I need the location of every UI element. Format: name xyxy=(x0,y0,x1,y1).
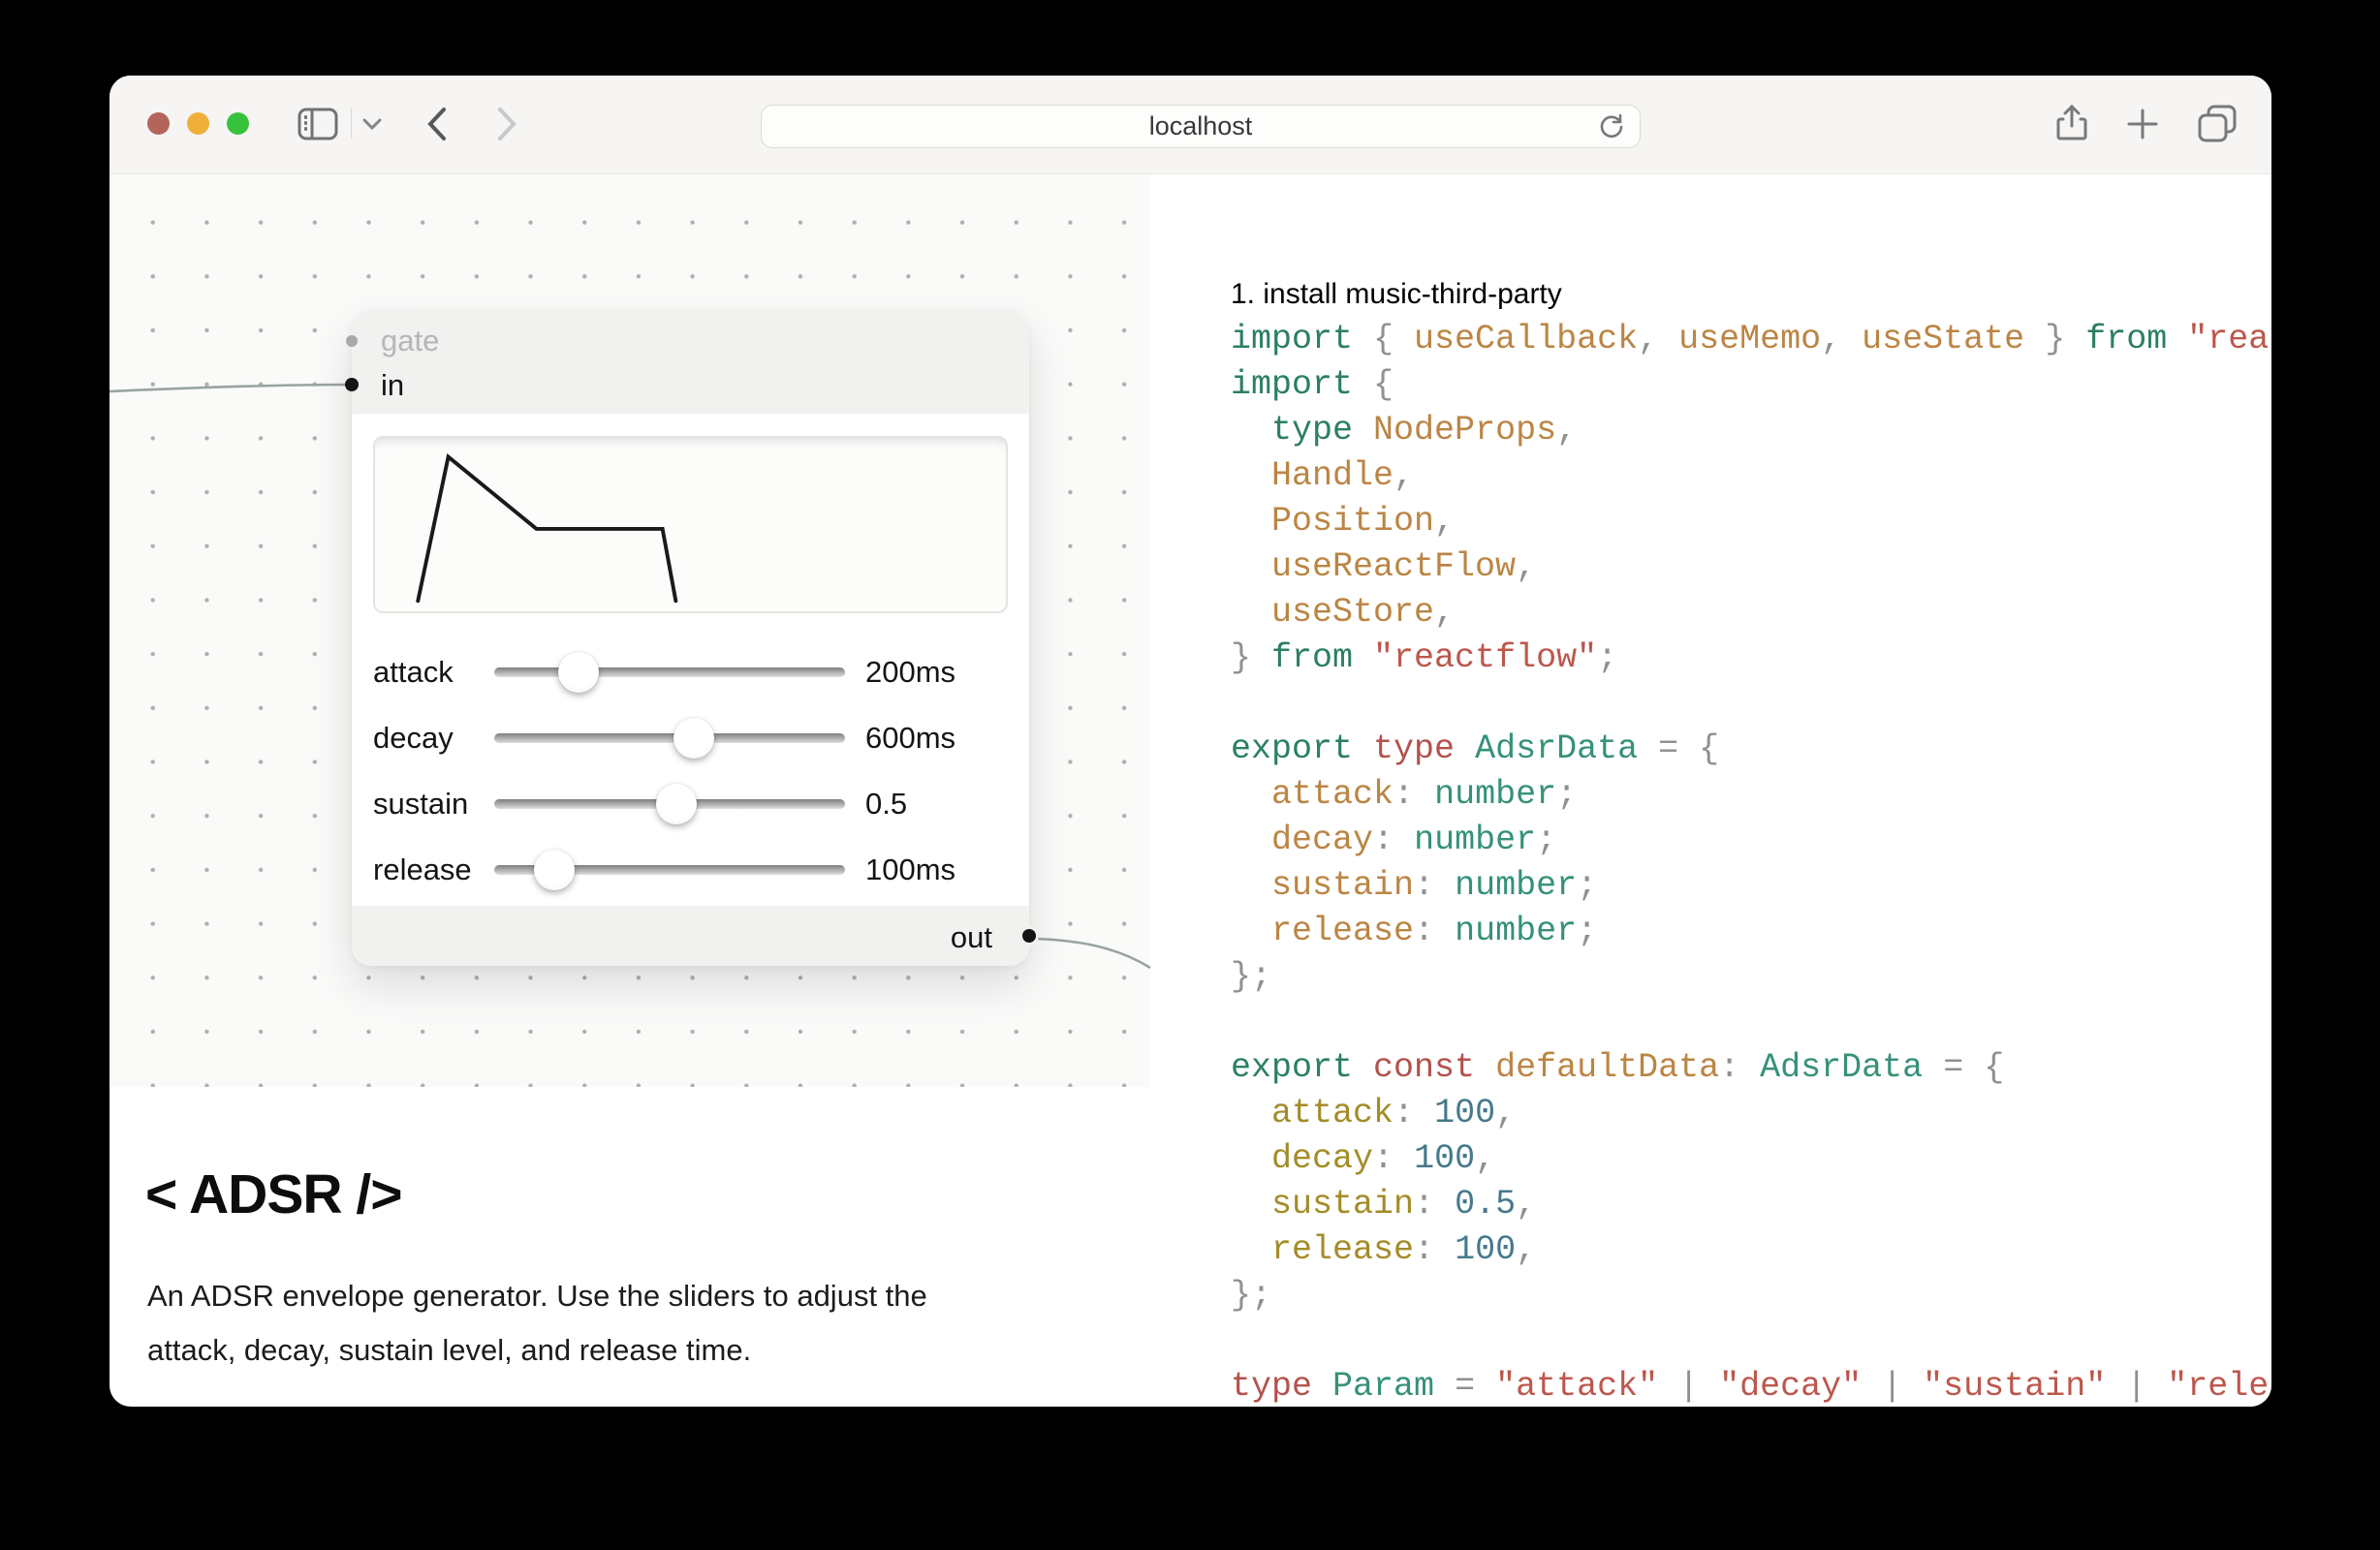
minimize-window-button[interactable] xyxy=(187,112,209,135)
toolbar-divider xyxy=(351,108,352,139)
slider-label-sustain: sustain xyxy=(373,785,468,823)
code-line: export const defaultData: AdsrData = { xyxy=(1231,1045,2271,1091)
code-line: sustain: number; xyxy=(1231,863,2271,909)
adsr-node-header: gate in xyxy=(352,310,1029,414)
description-line-2: attack, decay, sustain level, and releas… xyxy=(147,1323,1078,1378)
slider-label-release: release xyxy=(373,851,472,889)
code-line: }; xyxy=(1231,1273,2271,1318)
gate-port-handle[interactable] xyxy=(346,335,358,347)
slider-track-attack[interactable] xyxy=(494,667,845,677)
browser-window: localhost xyxy=(110,76,2271,1407)
code-line: }; xyxy=(1231,954,2271,1000)
slider-value-release: 100ms xyxy=(865,851,955,889)
code-line: import { xyxy=(1231,362,2271,408)
code-line: attack: number; xyxy=(1231,772,2271,818)
slider-row-sustain: sustain 0.5 xyxy=(373,785,1008,823)
slider-track-decay[interactable] xyxy=(494,733,845,743)
share-icon[interactable] xyxy=(2055,105,2088,148)
code-line: type NodeProps, xyxy=(1231,408,2271,453)
code-line: export type AdsrData = { xyxy=(1231,727,2271,772)
code-line: Handle, xyxy=(1231,453,2271,499)
in-port-handle[interactable] xyxy=(345,378,359,391)
envelope-graph xyxy=(373,436,1008,613)
chevron-down-icon[interactable] xyxy=(360,116,384,137)
url-text[interactable]: localhost xyxy=(762,106,1640,147)
description-line-1: An ADSR envelope generator. Use the slid… xyxy=(147,1269,1078,1323)
code-line: sustain: 0.5, xyxy=(1231,1182,2271,1227)
adsr-node-footer: out xyxy=(352,906,1029,966)
slider-track-release[interactable] xyxy=(494,865,845,875)
code-line: import { useCallback, useMemo, useState … xyxy=(1231,317,2271,362)
close-window-button[interactable] xyxy=(147,112,170,135)
slider-label-decay: decay xyxy=(373,719,454,758)
slider-value-attack: 200ms xyxy=(865,653,955,692)
url-bar[interactable]: localhost xyxy=(761,105,1641,148)
slider-track-sustain[interactable] xyxy=(494,799,845,809)
tab-overview-icon[interactable] xyxy=(2197,105,2238,148)
new-tab-icon[interactable] xyxy=(2125,107,2160,146)
slider-thumb-attack[interactable] xyxy=(558,652,599,693)
in-port-label: in xyxy=(381,368,404,403)
browser-toolbar: localhost xyxy=(110,76,2271,174)
code-line xyxy=(1231,1318,2271,1364)
code-lines: import { useCallback, useMemo, useState … xyxy=(1231,317,2271,1407)
sidebar-toggle-icon[interactable] xyxy=(298,107,338,146)
slider-label-attack: attack xyxy=(373,653,454,692)
code-line xyxy=(1231,681,2271,727)
slider-thumb-sustain[interactable] xyxy=(656,784,697,824)
code-pane[interactable]: 1. install music-third-party import { us… xyxy=(1231,174,2271,1407)
slider-row-release: release 100ms xyxy=(373,851,1008,889)
code-line: release: number; xyxy=(1231,909,2271,954)
code-line: type Param = "attack" | "decay" | "susta… xyxy=(1231,1364,2271,1407)
code-line: attack: 100, xyxy=(1231,1091,2271,1136)
code-line: Position, xyxy=(1231,499,2271,544)
code-line: release: 100, xyxy=(1231,1227,2271,1273)
code-line: decay: number; xyxy=(1231,818,2271,863)
envelope-curve xyxy=(418,457,675,602)
gate-port-label: gate xyxy=(381,324,439,358)
out-port-label: out xyxy=(951,920,992,955)
slider-value-sustain: 0.5 xyxy=(865,785,907,823)
back-button[interactable] xyxy=(423,104,451,149)
slider-thumb-decay[interactable] xyxy=(673,718,714,759)
code-line xyxy=(1231,1000,2271,1045)
code-line: decay: 100, xyxy=(1231,1136,2271,1182)
page-title: < ADSR /> xyxy=(145,1162,401,1226)
out-port-handle[interactable] xyxy=(1022,929,1036,943)
page-description: An ADSR envelope generator. Use the slid… xyxy=(147,1269,1078,1378)
reload-icon[interactable] xyxy=(1597,112,1626,146)
slider-value-decay: 600ms xyxy=(865,719,955,758)
slider-row-decay: decay 600ms xyxy=(373,719,1008,758)
code-line: useReactFlow, xyxy=(1231,544,2271,590)
forward-button[interactable] xyxy=(493,104,520,149)
slider-thumb-release[interactable] xyxy=(534,850,575,890)
code-line: } from "reactflow"; xyxy=(1231,636,2271,681)
code-line: useStore, xyxy=(1231,590,2271,636)
code-step-heading: 1. install music-third-party xyxy=(1231,271,2271,317)
zoom-window-button[interactable] xyxy=(227,112,249,135)
slider-row-attack: attack 200ms xyxy=(373,653,1008,692)
adsr-node[interactable]: gate in attack 200ms decay 600ms sustain 0.5 r… xyxy=(352,310,1029,966)
